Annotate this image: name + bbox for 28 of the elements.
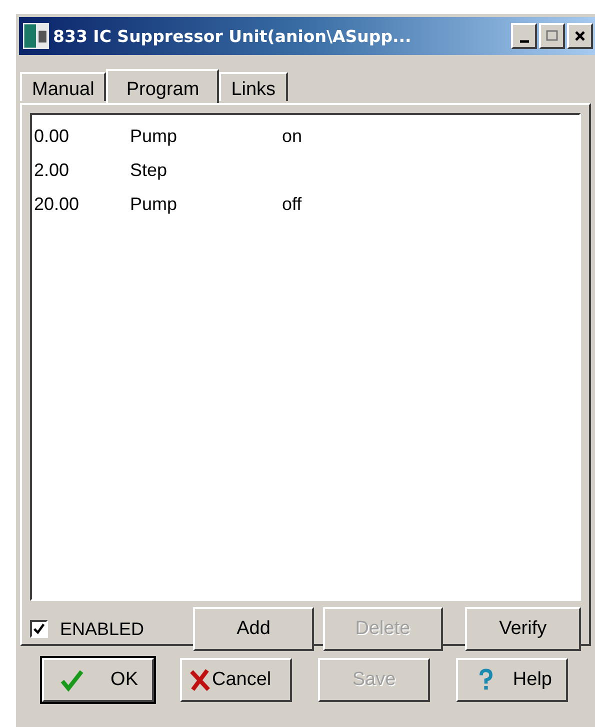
cross-icon xyxy=(188,668,212,692)
window-title: 833 IC Suppressor Unit(anion\ASupp... xyxy=(53,26,412,46)
button[interactable]: Help xyxy=(456,658,568,702)
close-icon xyxy=(572,29,588,43)
button[interactable]: OK xyxy=(42,658,154,702)
minimize-button[interactable] xyxy=(511,23,537,49)
maximize-icon xyxy=(544,29,560,43)
list-cell-text: 20.00 xyxy=(34,194,80,214)
tab[interactable]: Program xyxy=(106,69,220,103)
list-cell-text: Pump xyxy=(130,126,178,146)
app-icon xyxy=(23,23,49,49)
maximize-button[interactable] xyxy=(539,23,565,49)
check-icon xyxy=(60,668,84,692)
list-cell: on xyxy=(282,126,302,146)
list-cell-text: 0.00 xyxy=(34,126,70,146)
button[interactable]: Verify xyxy=(464,607,581,651)
button[interactable]: Cancel xyxy=(180,658,292,702)
button[interactable]: Add xyxy=(193,607,314,651)
checkbox[interactable] xyxy=(30,620,48,638)
list-cell: off xyxy=(282,194,302,214)
list-cell-text: 2.00 xyxy=(34,160,70,180)
minimize-icon xyxy=(520,40,528,42)
tab[interactable]: Links xyxy=(219,72,288,101)
list-cell-text: Step xyxy=(130,160,168,180)
close-button[interactable] xyxy=(567,23,593,49)
checkbox-label: ENABLED xyxy=(60,618,144,640)
program-list[interactable]: 0.00 Pump on 2.00 Step 20.00 Pump off xyxy=(30,113,581,601)
list-cell-text: Pump xyxy=(130,194,178,214)
